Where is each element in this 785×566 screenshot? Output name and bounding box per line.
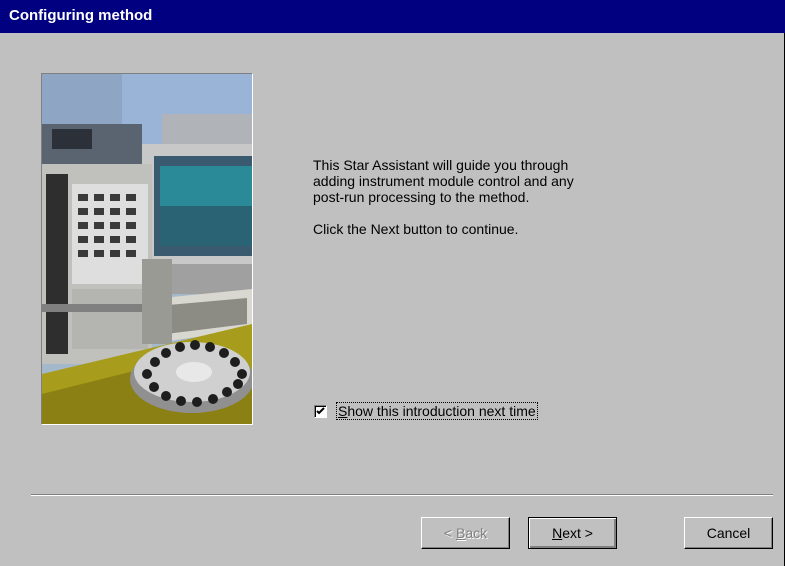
show-intro-label[interactable]: Show this introduction next time xyxy=(336,402,538,420)
intro-line: adding instrument module control and any xyxy=(313,173,574,189)
back-rest: ack xyxy=(465,525,488,541)
next-mnemonic: N xyxy=(552,525,563,541)
button-separator xyxy=(31,494,773,496)
back-prefix: < xyxy=(443,525,456,541)
label-text: how this introduction next time xyxy=(347,403,536,419)
continue-instruction: Click the Next button to continue. xyxy=(313,221,519,237)
intro-text: This Star Assistant will guide you throu… xyxy=(313,157,733,237)
show-intro-option[interactable]: Show this introduction next time xyxy=(314,402,538,420)
window-title: Configuring method xyxy=(9,7,153,24)
intro-line: This Star Assistant will guide you throu… xyxy=(313,157,569,173)
next-rest: ext > xyxy=(562,525,593,541)
checkmark-icon xyxy=(316,406,325,414)
cancel-button[interactable]: Cancel xyxy=(684,517,773,549)
dialog-window: Configuring method This Star Assistant w… xyxy=(0,0,785,566)
back-button[interactable]: < Back xyxy=(421,517,510,549)
cancel-label: Cancel xyxy=(706,525,751,541)
intro-line: post-run processing to the method. xyxy=(313,189,530,205)
next-button[interactable]: Next > xyxy=(528,517,617,549)
wizard-illustration xyxy=(41,73,253,425)
title-bar[interactable]: Configuring method xyxy=(0,0,785,33)
mnemonic: S xyxy=(338,403,348,419)
show-intro-checkbox[interactable] xyxy=(314,404,327,418)
back-mnemonic: B xyxy=(455,525,466,541)
lab-instrument-photo-icon xyxy=(42,74,252,424)
